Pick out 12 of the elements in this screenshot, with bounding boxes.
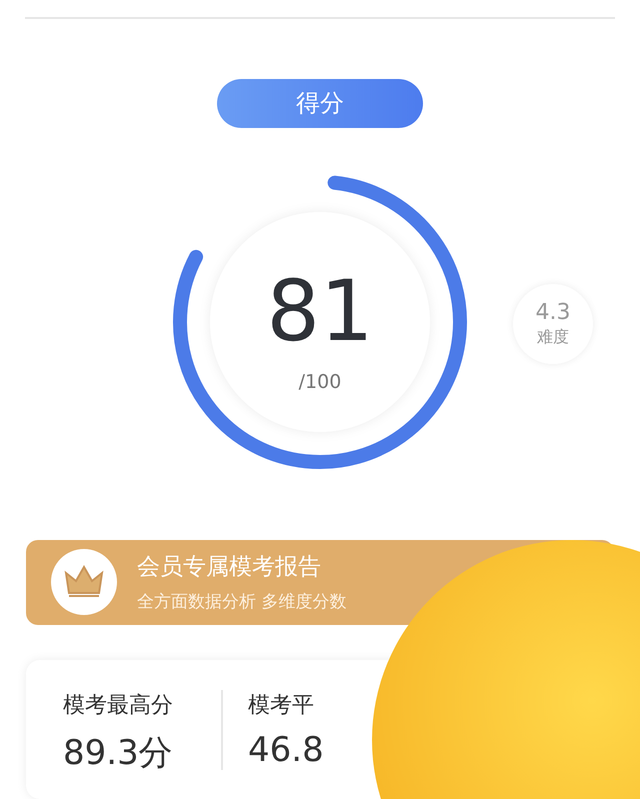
difficulty-label: 难度 [537,326,569,348]
score-tab[interactable]: 得分 [217,78,423,128]
crown-icon [64,565,104,600]
stat-value: 89.3分 [63,732,173,776]
stat-label: 模考最高分 [63,692,173,720]
score-total: /100 [298,370,342,393]
banner-subtitle: 全方面数据分析 多维度分数 [137,591,346,614]
difficulty-value: 4.3 [536,300,570,325]
score-value: 81 [266,268,374,353]
stat-label: 模考平 [248,692,314,720]
banner-title: 会员专属模考报告 [137,553,322,582]
stat-value: 46.8 [248,730,324,770]
